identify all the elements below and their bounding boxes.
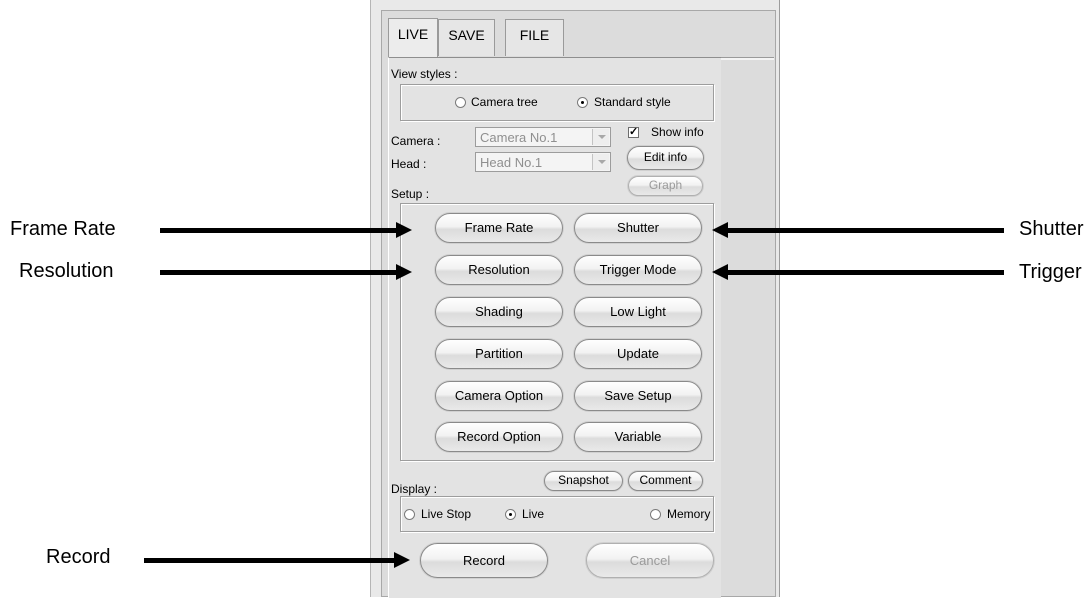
comment-button[interactable]: Comment: [628, 471, 703, 491]
setup-label: Setup :: [391, 187, 430, 201]
variable-button[interactable]: Variable: [574, 422, 702, 452]
record-button[interactable]: Record: [420, 543, 548, 578]
view-styles-label: View styles :: [391, 67, 458, 81]
shading-label: Shading: [475, 304, 523, 319]
annotation-frame-rate: Frame Rate: [10, 218, 116, 240]
camera-tree-label: Camera tree: [471, 95, 538, 109]
update-label: Update: [617, 346, 659, 361]
low-light-label: Low Light: [610, 304, 666, 319]
record-option-label: Record Option: [457, 429, 541, 444]
resolution-label: Resolution: [468, 262, 530, 277]
camera-select-value: Camera No.1: [480, 130, 558, 145]
save-setup-button[interactable]: Save Setup: [574, 381, 702, 411]
partition-label: Partition: [475, 346, 523, 361]
annotation-record: Record: [46, 546, 111, 568]
tab-live-label: LIVE: [397, 26, 429, 42]
record-label: Record: [463, 553, 505, 568]
resolution-button[interactable]: Resolution: [435, 255, 563, 285]
camera-option-label: Camera Option: [454, 388, 544, 403]
low-light-button[interactable]: Low Light: [574, 297, 702, 327]
cancel-button[interactable]: Cancel: [586, 543, 714, 578]
arrow-frame-rate: [160, 228, 400, 233]
chevron-down-icon: [592, 154, 609, 170]
memory-label: Memory: [667, 507, 711, 521]
cancel-label: Cancel: [629, 553, 671, 568]
graph-button[interactable]: Graph: [628, 176, 703, 196]
edit-info-label: Edit info: [643, 150, 688, 164]
live-stop-label: Live Stop: [421, 507, 472, 521]
trigger-mode-label: Trigger Mode: [599, 262, 677, 277]
show-info-checkbox[interactable]: ✓: [628, 127, 639, 138]
standard-style-radio[interactable]: [577, 97, 588, 108]
tab-file-label: FILE: [519, 27, 550, 43]
live-label: Live: [522, 507, 545, 521]
graph-label: Graph: [648, 178, 683, 192]
shutter-label: Shutter: [617, 220, 659, 235]
live-stop-radio[interactable]: [404, 509, 415, 520]
head-select-value: Head No.1: [480, 155, 543, 170]
chevron-down-icon: [592, 129, 609, 145]
arrowhead-frame-rate: [396, 222, 412, 238]
snapshot-label: Snapshot: [558, 473, 609, 487]
head-select[interactable]: Head No.1: [475, 152, 611, 172]
comment-label: Comment: [639, 473, 692, 487]
memory-radio[interactable]: [650, 509, 661, 520]
trigger-mode-button[interactable]: Trigger Mode: [574, 255, 702, 285]
annotation-resolution: Resolution: [19, 260, 114, 282]
tab-live[interactable]: LIVE: [388, 18, 438, 58]
display-label: Display :: [391, 482, 438, 496]
record-option-button[interactable]: Record Option: [435, 422, 563, 452]
show-info-label: Show info: [651, 125, 704, 139]
shading-button[interactable]: Shading: [435, 297, 563, 327]
arrow-record: [144, 558, 400, 563]
save-setup-label: Save Setup: [604, 388, 672, 403]
update-button[interactable]: Update: [574, 339, 702, 369]
variable-label: Variable: [614, 429, 662, 444]
camera-option-button[interactable]: Camera Option: [435, 381, 563, 411]
standard-style-label: Standard style: [594, 95, 671, 109]
edit-info-button[interactable]: Edit info: [627, 146, 704, 170]
annotation-shutter: Shutter: [1019, 218, 1084, 240]
live-radio[interactable]: [505, 509, 516, 520]
annotation-trigger: Trigger: [1019, 261, 1082, 283]
head-label: Head :: [391, 157, 427, 171]
snapshot-button[interactable]: Snapshot: [544, 471, 623, 491]
arrow-resolution: [160, 270, 400, 275]
frame-rate-button[interactable]: Frame Rate: [435, 213, 563, 243]
arrow-shutter: [726, 228, 1004, 233]
frame-rate-label: Frame Rate: [464, 220, 534, 235]
tab-save[interactable]: SAVE: [438, 19, 495, 56]
shutter-button[interactable]: Shutter: [574, 213, 702, 243]
arrow-trigger: [726, 270, 1004, 275]
partition-button[interactable]: Partition: [435, 339, 563, 369]
arrowhead-record: [394, 552, 410, 568]
tab-save-label: SAVE: [448, 27, 485, 43]
tab-file[interactable]: FILE: [505, 19, 564, 56]
camera-label: Camera :: [391, 134, 441, 148]
camera-select[interactable]: Camera No.1: [475, 127, 611, 147]
camera-tree-radio[interactable]: [455, 97, 466, 108]
arrowhead-resolution: [396, 264, 412, 280]
